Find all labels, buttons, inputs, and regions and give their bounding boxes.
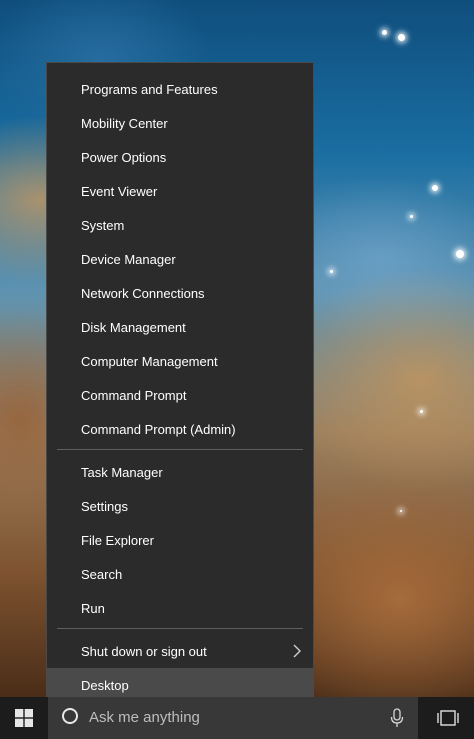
star-decoration xyxy=(400,510,402,512)
star-decoration xyxy=(420,410,423,413)
task-view-button[interactable] xyxy=(422,697,474,739)
star-decoration xyxy=(382,30,387,35)
cortana-circle-icon xyxy=(62,708,78,724)
menu-item-label: Search xyxy=(81,566,123,582)
menu-item-disk-management[interactable]: Disk Management xyxy=(47,310,313,344)
menu-item-label: Shut down or sign out xyxy=(81,643,207,659)
menu-item-network-connections[interactable]: Network Connections xyxy=(47,276,313,310)
menu-item-shut-down-or-sign-out[interactable]: Shut down or sign out xyxy=(47,634,313,668)
chevron-right-icon xyxy=(293,644,301,658)
menu-item-file-explorer[interactable]: File Explorer xyxy=(47,523,313,557)
task-view-icon xyxy=(437,710,459,726)
star-decoration xyxy=(330,270,333,273)
menu-item-label: Run xyxy=(81,600,105,616)
menu-item-device-manager[interactable]: Device Manager xyxy=(47,242,313,276)
start-button[interactable] xyxy=(0,697,48,739)
star-decoration xyxy=(456,250,464,258)
menu-item-label: Disk Management xyxy=(81,319,186,335)
menu-item-power-options[interactable]: Power Options xyxy=(47,140,313,174)
menu-item-task-manager[interactable]: Task Manager xyxy=(47,455,313,489)
menu-item-label: Programs and Features xyxy=(81,81,218,97)
menu-item-settings[interactable]: Settings xyxy=(47,489,313,523)
menu-item-label: Device Manager xyxy=(81,251,176,267)
menu-separator xyxy=(57,628,303,629)
power-user-menu: Programs and Features Mobility Center Po… xyxy=(46,62,314,707)
menu-item-label: Power Options xyxy=(81,149,167,165)
menu-item-label: Command Prompt xyxy=(81,387,187,403)
menu-item-label: Computer Management xyxy=(81,353,218,369)
menu-item-label: Mobility Center xyxy=(81,115,168,131)
menu-item-label: Settings xyxy=(81,498,128,514)
windows-logo-icon xyxy=(15,709,33,727)
star-decoration xyxy=(410,215,413,218)
menu-item-label: Event Viewer xyxy=(81,183,158,199)
menu-item-programs-and-features[interactable]: Programs and Features xyxy=(47,72,313,106)
search-box[interactable]: Ask me anything xyxy=(48,697,418,739)
star-decoration xyxy=(398,34,405,41)
star-decoration xyxy=(432,185,438,191)
taskbar: Ask me anything xyxy=(0,697,474,739)
menu-item-event-viewer[interactable]: Event Viewer xyxy=(47,174,313,208)
menu-item-command-prompt[interactable]: Command Prompt xyxy=(47,378,313,412)
menu-item-label: Command Prompt (Admin) xyxy=(81,421,236,437)
menu-item-label: Desktop xyxy=(81,677,129,693)
menu-item-search[interactable]: Search xyxy=(47,557,313,591)
menu-item-run[interactable]: Run xyxy=(47,591,313,625)
menu-item-computer-management[interactable]: Computer Management xyxy=(47,344,313,378)
menu-item-label: File Explorer xyxy=(81,532,154,548)
menu-item-label: System xyxy=(81,217,125,233)
menu-separator xyxy=(57,449,303,450)
search-placeholder: Ask me anything xyxy=(89,709,200,726)
microphone-icon[interactable] xyxy=(390,708,404,728)
menu-item-command-prompt-admin[interactable]: Command Prompt (Admin) xyxy=(47,412,313,446)
menu-item-mobility-center[interactable]: Mobility Center xyxy=(47,106,313,140)
menu-item-system[interactable]: System xyxy=(47,208,313,242)
menu-item-label: Network Connections xyxy=(81,285,205,301)
menu-item-label: Task Manager xyxy=(81,464,163,480)
